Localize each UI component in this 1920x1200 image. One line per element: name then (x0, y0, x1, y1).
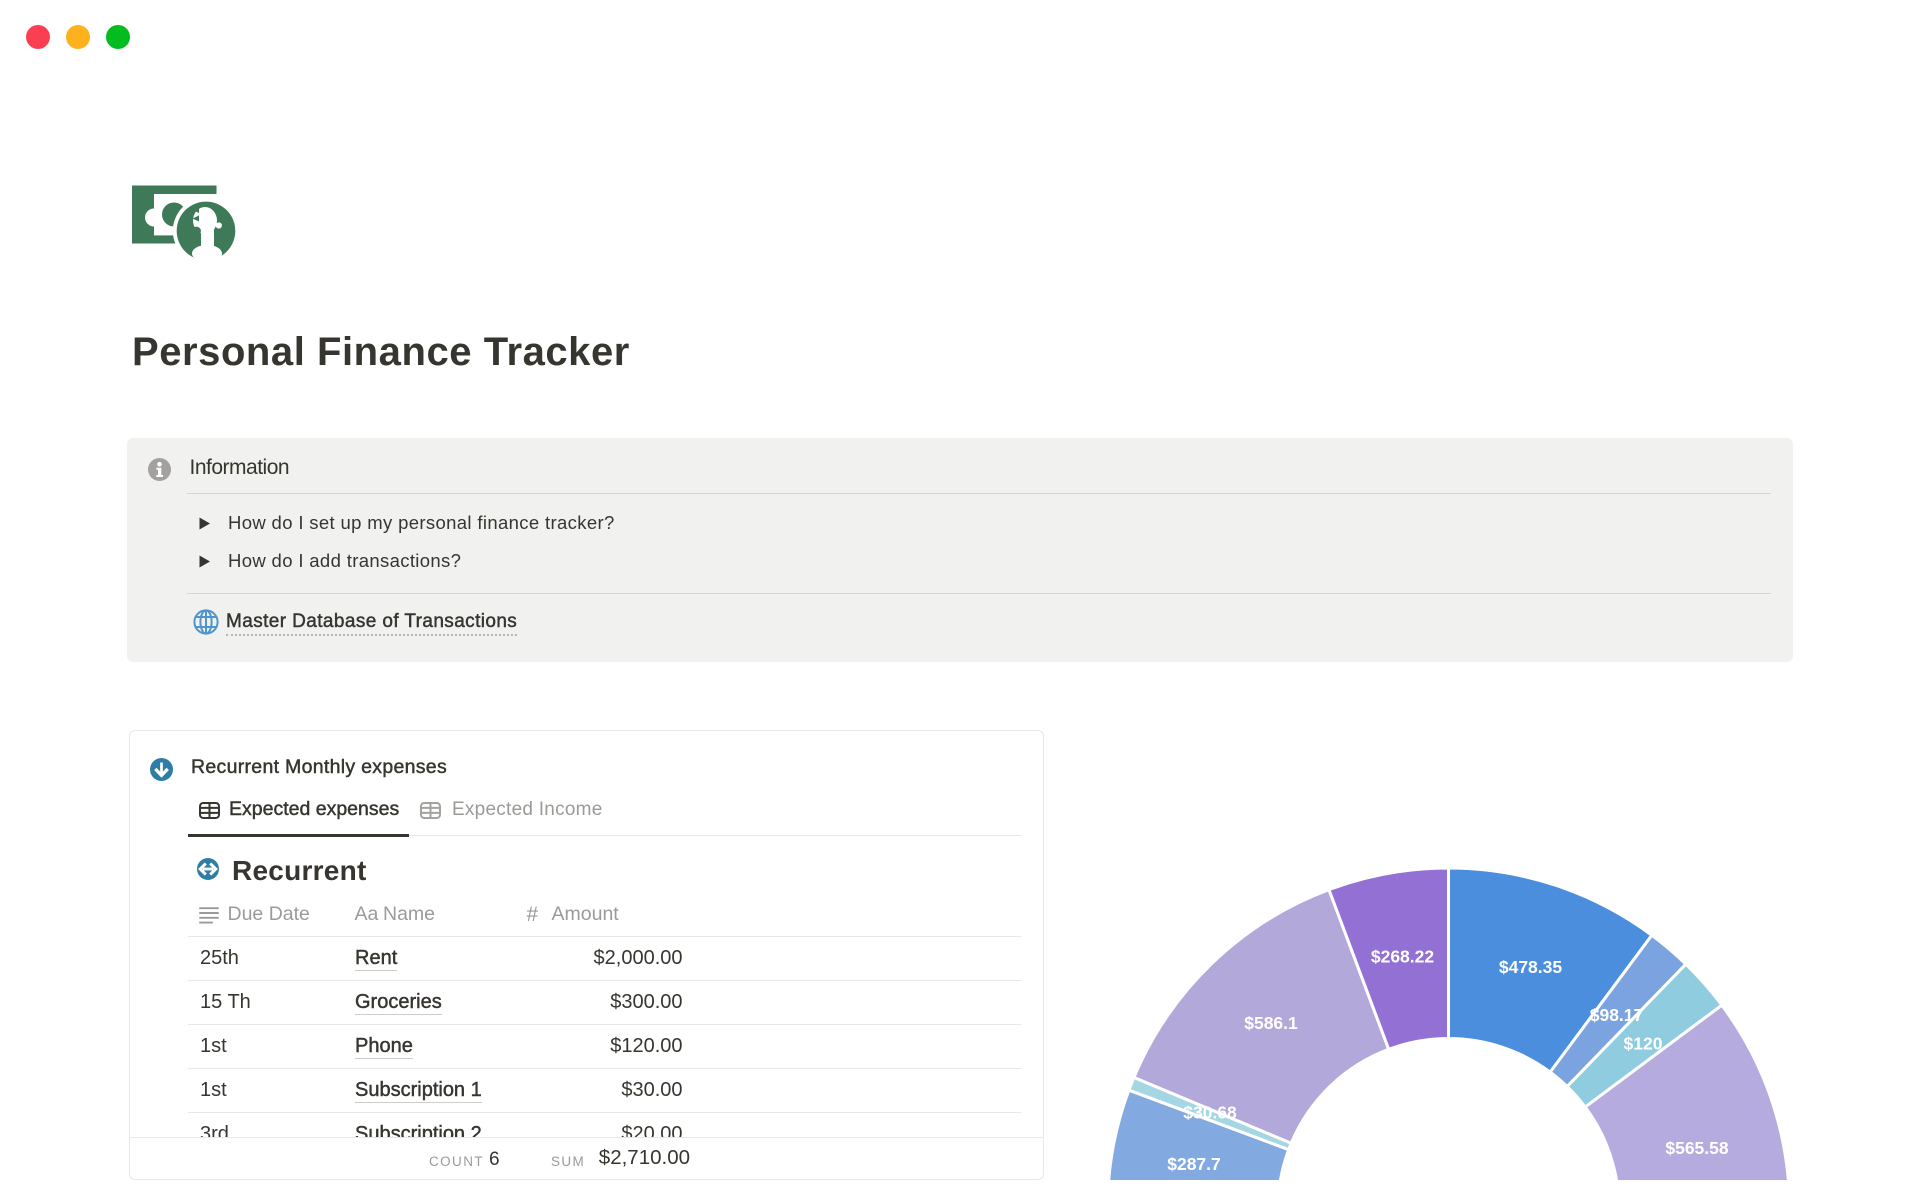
svg-text:$30.68: $30.68 (1183, 1103, 1237, 1123)
svg-text:$478.35: $478.35 (1499, 957, 1563, 977)
svg-text:$268.22: $268.22 (1371, 947, 1435, 967)
svg-text:$586.1: $586.1 (1244, 1013, 1298, 1033)
svg-text:$287.7: $287.7 (1167, 1154, 1221, 1174)
svg-text:$98.17: $98.17 (1590, 1005, 1644, 1025)
svg-text:$565.58: $565.58 (1665, 1138, 1729, 1158)
svg-text:$120: $120 (1624, 1034, 1663, 1054)
